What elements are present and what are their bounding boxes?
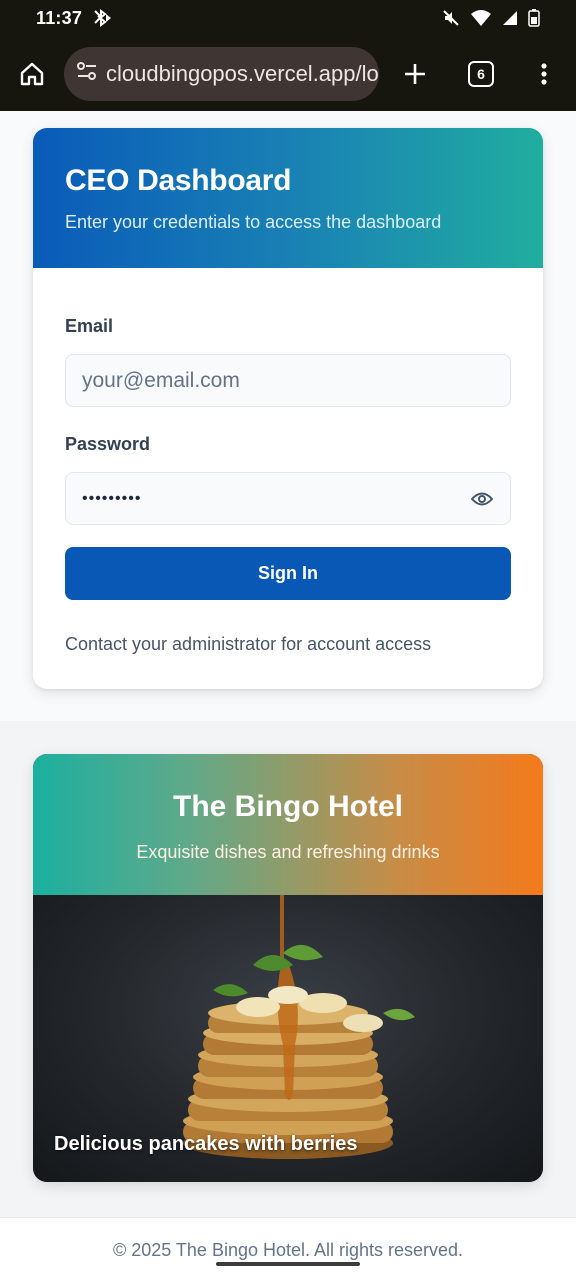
battery-icon [528, 9, 540, 27]
footer: © 2025 The Bingo Hotel. All rights reser… [0, 1217, 576, 1280]
site-settings-icon[interactable] [76, 61, 98, 86]
url-text: cloudbingopos.vercel.app/login [106, 60, 379, 86]
browser-menu-button[interactable] [511, 36, 576, 111]
wifi-icon [470, 9, 492, 27]
email-label: Email [65, 316, 114, 336]
password-field[interactable]: ••••••••• [65, 472, 511, 525]
login-form: Email your@email.com Password ••••••••• … [33, 268, 543, 655]
browser-toolbar: cloudbingopos.vercel.app/login 6 [0, 36, 576, 111]
login-title: CEO Dashboard [65, 164, 292, 197]
email-field[interactable]: your@email.com [65, 354, 511, 407]
login-section: CEO Dashboard Enter your credentials to … [0, 111, 576, 721]
password-value: ••••••••• [82, 489, 142, 507]
pancakes-image: Delicious pancakes with berries [33, 895, 543, 1182]
footer-copyright: © 2025 The Bingo Hotel. All rights reser… [112, 1240, 464, 1260]
page-content: CEO Dashboard Enter your credentials to … [0, 111, 576, 1280]
login-header: CEO Dashboard Enter your credentials to … [33, 128, 543, 268]
address-bar[interactable]: cloudbingopos.vercel.app/login [64, 46, 379, 101]
hotel-section: The Bingo Hotel Exquisite dishes and ref… [0, 721, 576, 1217]
hotel-card: The Bingo Hotel Exquisite dishes and ref… [33, 754, 543, 1182]
new-tab-button[interactable] [379, 36, 451, 111]
status-bar: 11:37 [0, 0, 576, 36]
sign-in-button[interactable]: Sign In [65, 547, 511, 600]
email-placeholder: your@email.com [82, 368, 240, 392]
bluetooth-icon [92, 9, 112, 27]
mute-icon [442, 9, 460, 27]
login-subtitle: Enter your credentials to access the das… [65, 212, 442, 232]
eye-icon [471, 492, 493, 505]
hotel-subtitle: Exquisite dishes and refreshing drinks [136, 842, 440, 862]
more-vertical-icon [540, 62, 547, 85]
show-password-button[interactable] [470, 487, 494, 511]
plus-icon [405, 63, 425, 84]
signal-icon [502, 10, 518, 26]
image-caption: Delicious pancakes with berries [54, 1133, 358, 1155]
home-button[interactable] [0, 36, 64, 111]
hotel-title: The Bingo Hotel [173, 790, 403, 823]
tab-switcher-button[interactable]: 6 [451, 36, 511, 111]
contact-admin-text: Contact your administrator for account a… [65, 634, 432, 654]
status-time: 11:37 [36, 7, 83, 28]
password-label: Password [65, 434, 151, 454]
login-card: CEO Dashboard Enter your credentials to … [33, 128, 543, 689]
home-icon [20, 62, 44, 85]
gesture-home-indicator[interactable] [216, 1262, 360, 1266]
hotel-header: The Bingo Hotel Exquisite dishes and ref… [33, 754, 543, 895]
tab-count: 6 [468, 60, 494, 87]
